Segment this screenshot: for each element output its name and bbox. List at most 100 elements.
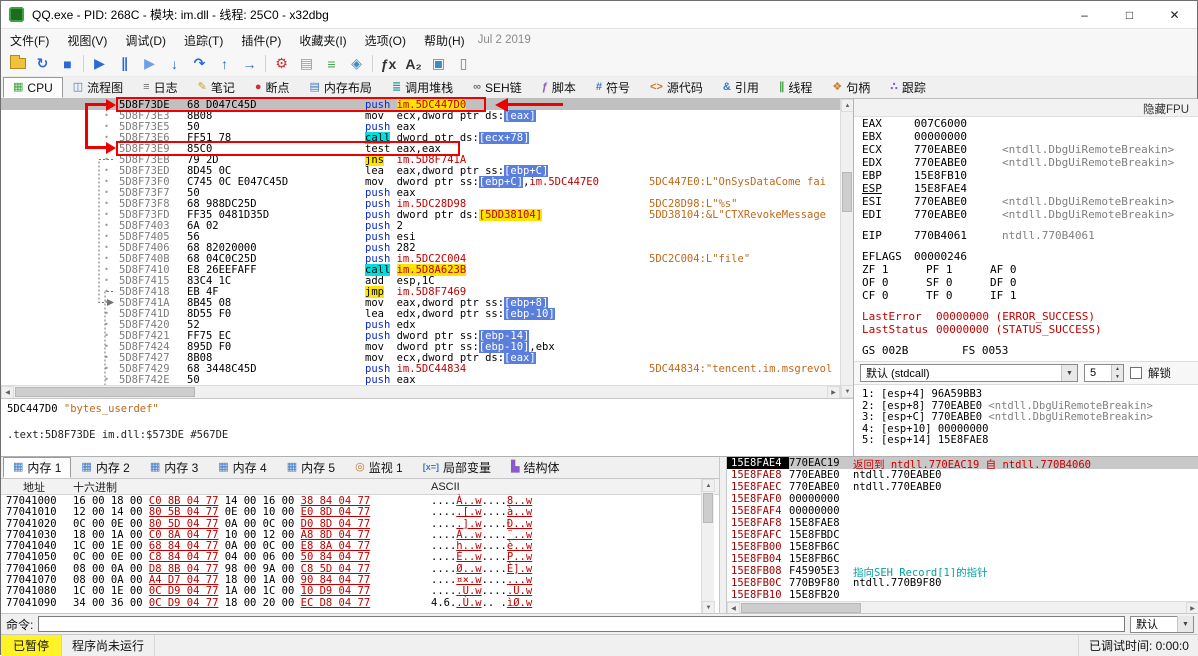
stack-row[interactable]: 15E8FAF8 15E8FAE8 [727,517,1198,529]
tab-call-stack[interactable]: ≣ 调用堆栈 [382,77,463,98]
breakpoint-dot[interactable]: • [1,220,119,231]
callconv-dropdown[interactable]: 默认 (stdcall) ▼ [860,364,1078,382]
breakpoint-dot[interactable]: • [1,264,119,275]
tab-breakpoints[interactable]: ● 断点 [245,77,300,98]
stack-row[interactable]: 15E8FB08 F45905E3 指向SEH_Record[1]的指针 [727,565,1198,577]
menu-item-debug[interactable]: 调试(D) [116,29,175,52]
breakpoint-dot[interactable]: • [1,99,119,110]
register-row[interactable]: EBP 15E8FB10 [854,169,1198,182]
tab-script[interactable]: ƒ 脚本 [532,77,586,98]
arg-row[interactable]: 4: [esp+10] 00000000 [854,423,1198,435]
pane-splitter[interactable] [719,457,727,614]
tab-handles[interactable]: ❖ 句柄 [822,77,880,98]
breakpoint-dot[interactable]: • [1,330,119,341]
stop-icon[interactable]: ■ [55,53,80,75]
dump-row[interactable]: 77041050 0C 00 0E 00 C8 84 04 77 04 00 06… [1,551,719,563]
spinner-down-icon[interactable]: ▼ [1112,373,1123,381]
register-row[interactable]: EAX 007C6000 [854,117,1198,130]
disasm-row[interactable]: • 5D8F73E6 FF51 78 call dword ptr ds:[ecx+7… [1,132,840,144]
vscroll-thumb[interactable] [703,493,713,523]
breakpoint-dot[interactable]: • [1,352,119,363]
flags-row[interactable]: CF 0 TF 0 IF 1 [854,289,1198,302]
breakpoint-dot[interactable]: • [1,143,119,154]
disasm-row[interactable]: • 5D8F7427 8B08 mov ecx,dword ptr ds:[eax] [1,352,840,364]
dump-vscrollbar[interactable]: ▲ ▼ [701,479,715,614]
hscroll-thumb[interactable] [15,387,195,397]
dump-row[interactable]: 77041080 1C 00 1E 00 0C D9 04 77 1A 00 1C… [1,585,719,597]
register-row[interactable]: ESP 15E8FAE4 [854,182,1198,195]
dump-row[interactable]: 77041060 08 00 0A 00 D8 8B 04 77 98 00 9A… [1,563,719,575]
tab-dump-4[interactable]: ▦ 内存 4 [208,457,276,478]
arg-row[interactable]: 5: [esp+14] 15E8FAE8 [854,434,1198,446]
stack-row[interactable]: 15E8FAFC 15E8FBDC [727,529,1198,541]
restart-icon[interactable]: ↻ [30,53,55,75]
dump-row[interactable]: 77041070 08 00 0A 00 A4 D7 04 77 18 00 1A… [1,574,719,586]
stack-row[interactable]: 15E8FB00 15E8FB6C [727,541,1198,553]
tab-log[interactable]: ≡ 日志 [133,77,187,98]
tab-seh[interactable]: ∞ SEH链 [463,77,532,98]
vscroll-thumb[interactable] [842,172,852,212]
command-input[interactable] [38,616,1125,632]
disasm-row[interactable]: • 5D8F73F7 50 push eax [1,187,840,199]
disasm-row[interactable]: • 5D8F7405 56 push esi [1,231,840,243]
run-icon[interactable]: ▶ [87,53,112,75]
dump-row[interactable]: 77041020 0C 00 0E 00 80 5D 04 77 0A 00 0C… [1,518,719,530]
hscroll-thumb[interactable] [741,603,861,613]
case-convert-icon[interactable]: A₂ [401,53,426,75]
tab-source[interactable]: <> 源代码 [640,77,713,98]
memory-map-icon[interactable]: ▤ [294,53,319,75]
tab-dump-1[interactable]: ▦ 内存 1 [3,457,72,478]
register-row[interactable]: EBX 00000000 [854,130,1198,143]
maximize-button[interactable]: □ [1107,1,1152,29]
disasm-row[interactable]: • 5D8F7424 895D F0 mov dword ptr ss:[ebp-10… [1,341,840,353]
breakpoint-dot[interactable]: • [1,187,119,198]
arg-row[interactable]: 2: [esp+8] 770EABE0 <ntdll.DbgUiRemoteBr… [854,400,1198,412]
menu-item-help[interactable]: 帮助(H) [415,29,474,52]
disasm-row[interactable]: • 5D8F7421 FF75 EC push dword ptr ss:[ebp-1… [1,330,840,342]
cpu-chip-icon[interactable]: ▣ [426,53,451,75]
menu-item-plugins[interactable]: 插件(P) [232,29,290,52]
scroll-up-icon[interactable]: ▲ [702,479,715,492]
breakpoint-dot[interactable]: • [1,297,119,308]
segment-registers-row[interactable]: GS 002B FS 0053 [854,344,1198,357]
disasm-row[interactable]: • 5D8F741A 8B45 08 mov eax,dword ptr ss:[eb… [1,297,840,309]
disasm-row[interactable]: • 5D8F7410 E8 26EEFAFF call im.5D8A623B [1,264,840,276]
register-row[interactable]: EDI 770EABE0 <ntdll.DbgUiRemoteBreakin> [854,208,1198,221]
disasm-row[interactable]: • 5D8F7418 EB 4F jmp im.5D8F7469 [1,286,840,298]
open-file-icon[interactable] [5,53,30,75]
disasm-row[interactable]: • 5D8F73EB 79 2D jns im.5D8F741A [1,154,840,166]
breakpoint-dot[interactable]: • [1,286,119,297]
disasm-row[interactable]: • 5D8F740B 68 04C0C25D push im.5DC2C004 5DC2… [1,253,840,265]
tab-struct[interactable]: ▙ 结构体 [501,457,569,478]
dump-row[interactable]: 77041030 18 00 1A 00 C0 8A 04 77 10 00 12… [1,529,719,541]
stack-row[interactable]: 15E8FAF0 00000000 [727,493,1198,505]
disasm-row[interactable]: • 5D8F73F8 68 988DC25D push im.5DC28D98 5DC2… [1,198,840,210]
hide-fpu-button[interactable]: 隐藏FPU [854,99,1198,117]
tab-dump-3[interactable]: ▦ 内存 3 [140,457,208,478]
disasm-hscrollbar[interactable]: ◀ ▶ [1,385,840,399]
disasm-row[interactable]: • 5D8F7420 52 push edx [1,319,840,331]
tab-references[interactable]: & 引用 [713,77,769,98]
minimize-button[interactable]: – [1062,1,1107,29]
disasm-row[interactable]: • 5D8F742E 50 push eax [1,374,840,385]
breakpoint-dot[interactable]: • [1,110,119,121]
register-row[interactable]: ECX 770EABE0 <ntdll.DbgUiRemoteBreakin> [854,143,1198,156]
disasm-row[interactable]: • 5D8F7429 68 3448C45D push im.5DC44834 5DC4… [1,363,840,375]
stack-row[interactable]: 15E8FB10 15E8FB20 [727,589,1198,601]
arg-depth-spinner[interactable]: 5 ▲ ▼ [1084,364,1124,382]
breakpoint-dot[interactable]: • [1,319,119,330]
step-into-icon[interactable]: ↓ [162,53,187,75]
flags-row[interactable]: ZF 1 PF 1 AF 0 [854,263,1198,276]
unlock-checkbox[interactable] [1130,367,1142,379]
settings-icon[interactable]: ⚙ [269,53,294,75]
breakpoint-dot[interactable]: • [1,154,119,165]
breakpoint-dot[interactable]: • [1,165,119,176]
tab-symbols[interactable]: # 符号 [586,77,640,98]
disasm-row[interactable]: • 5D8F73FD FF35 0481D35D push dword ptr ds:… [1,209,840,221]
breakpoint-dot[interactable]: • [1,176,119,187]
dump-row[interactable]: 77041040 1C 00 1E 00 68 84 04 77 0A 00 0C… [1,540,719,552]
step-out-icon[interactable]: ↑ [212,53,237,75]
tab-dump-5[interactable]: ▦ 内存 5 [277,457,345,478]
tab-trace[interactable]: ∴ 跟踪 [880,77,936,98]
breakpoint-dot[interactable]: • [1,363,119,374]
